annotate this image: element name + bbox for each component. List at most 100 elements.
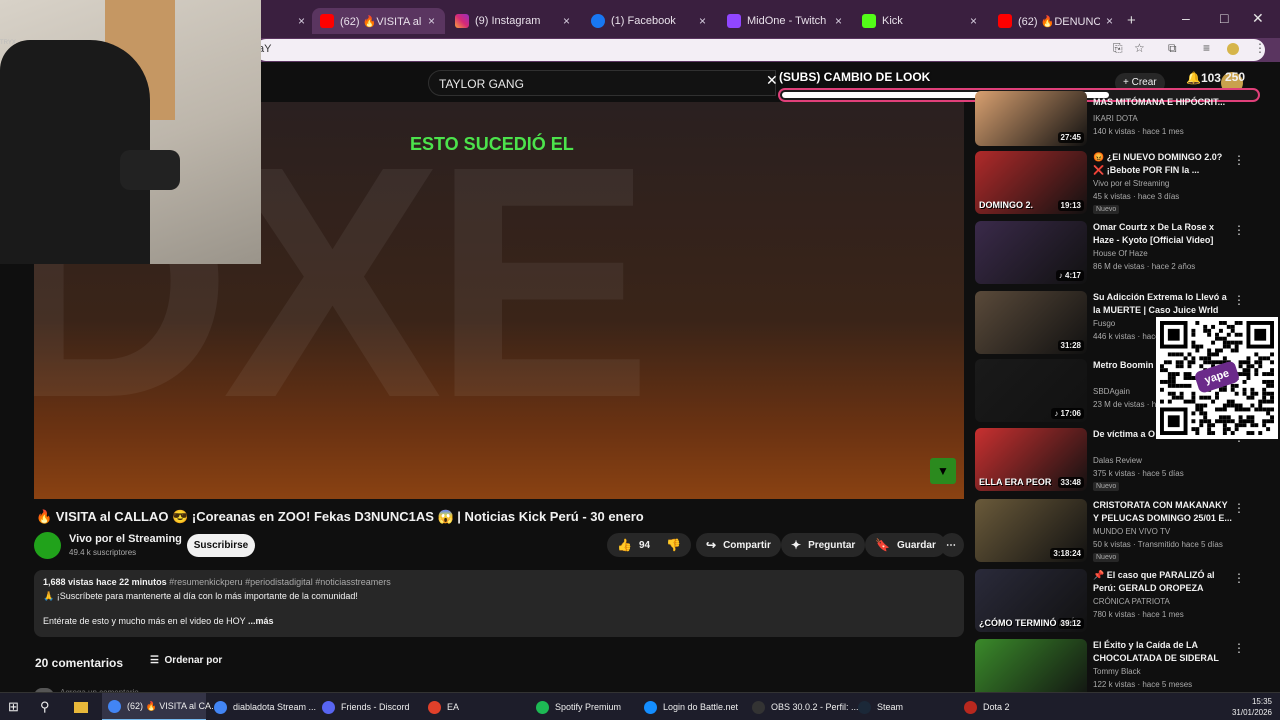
video-thumbnail[interactable]: ♪ 17:06 [975,359,1087,422]
description-box[interactable]: 1,688 vistas hace 22 minutos #resumenkic… [34,570,964,637]
sort-comments-button[interactable]: ☰ Ordenar por [150,655,222,666]
close-icon[interactable]: × [970,14,977,28]
related-video-item[interactable]: DOMINGO 2. 19:13 😡 ¿El NUEVO DOMINGO 2.0? … [975,151,1270,215]
close-icon[interactable]: × [699,14,706,28]
menu-icon[interactable]: ⋮ [1254,41,1266,55]
search-button[interactable]: ⚲ [40,693,50,720]
close-icon[interactable]: × [1106,14,1113,28]
video-thumbnail[interactable]: DOMINGO 2. 19:13 [975,151,1087,214]
related-video-title[interactable]: CRISTORATA CON MAKANAKY Y PELUCAS DOMING… [1093,499,1233,525]
thumbs-up-icon[interactable]: 👍 [617,538,632,552]
new-badge: Nuevo [1093,482,1120,491]
related-video-title[interactable]: 📌 El caso que PARALIZÓ al Perú: GERALD O… [1093,569,1233,595]
related-video-channel[interactable]: IKARI DOTA [1093,114,1138,123]
related-video-meta: 375 k vistas · hace 5 días [1093,469,1184,478]
maximize-button[interactable]: □ [1220,10,1228,26]
sort-label: Ordenar por [164,655,223,666]
more-horiz-icon: ⋯ [946,539,956,551]
taskbar-item[interactable]: OBS 30.0.2 - Perfil: ... [746,693,859,720]
notifications-button[interactable]: 🔔103 [1186,71,1221,85]
tab-instagram[interactable]: (9) Instagram × [447,8,580,34]
kebab-menu-icon[interactable]: ⋮ [1233,293,1245,307]
kebab-menu-icon[interactable]: ⋮ [1233,571,1245,585]
more-actions-button[interactable]: ⋯ [940,533,964,557]
channel-avatar[interactable] [34,532,61,559]
close-icon[interactable]: ✕ [766,72,778,89]
kebab-menu-icon[interactable]: ⋮ [1233,153,1245,167]
like-dislike-group[interactable]: 👍 94 👎 [607,533,691,557]
share-button[interactable]: ↪ Compartir [696,533,781,557]
profile-icon[interactable] [1227,43,1239,55]
video-duration: ♪ 4:17 [1055,270,1084,281]
extensions-icon[interactable]: ⧉ [1168,41,1177,56]
close-window-button[interactable]: ✕ [1252,10,1264,27]
tab-hidden[interactable]: × [262,8,310,34]
tab-youtube-2[interactable]: (62) 🔥DENUNC1AS ENT × [990,8,1123,34]
related-video-channel[interactable]: House Of Haze [1093,249,1148,258]
system-clock[interactable]: 15:35 31/01/2026 [1232,696,1272,718]
tab-facebook[interactable]: (1) Facebook × [583,8,716,34]
close-icon[interactable]: × [563,14,570,28]
media-icon[interactable]: ≡ [1203,41,1210,55]
new-tab-button[interactable]: + [1127,12,1136,29]
taskbar-item[interactable]: EA [422,693,526,720]
channel-name[interactable]: Vivo por el Streaming [69,533,182,545]
related-video-channel[interactable]: Vivo por el Streaming [1093,179,1169,188]
description-line: 🙏 ¡Suscríbete para mantenerte al día con… [43,591,358,601]
related-video-meta: 50 k vistas · Transmitido hace 5 días [1093,540,1223,549]
related-video-item[interactable]: ♪ 4:17 Omar Courtz x De La Rose x Haze - … [975,221,1270,285]
related-video-channel[interactable]: Dalas Review [1093,456,1142,465]
related-video-title[interactable]: 😡 ¿El NUEVO DOMINGO 2.0? ❌ ¡Bebote POR F… [1093,151,1233,177]
video-thumbnail[interactable]: ¿CÓMO TERMINÓ ASÍ? 39:12 [975,569,1087,632]
related-video-channel[interactable]: CRÓNICA PATRIOTA [1093,597,1170,606]
related-video-channel[interactable]: Tommy Black [1093,667,1141,676]
clock-time: 15:35 [1251,697,1272,706]
related-video-channel[interactable]: SBDAgain [1093,387,1130,396]
install-icon[interactable]: ⎘ [1113,41,1123,56]
video-thumbnail[interactable]: ELLA ERA PEOR 33:48 [975,428,1087,491]
video-thumbnail[interactable]: 27:45 [975,91,1087,146]
search-input[interactable]: TAYLOR GANG [428,70,776,96]
start-button[interactable]: ⊞ [8,693,19,720]
related-video-meta: 122 k vistas · hace 5 meses [1093,680,1193,689]
bookmark-star-icon[interactable]: ☆ [1134,41,1145,55]
related-video-channel[interactable]: Fusgo [1093,319,1115,328]
close-icon[interactable]: × [835,14,842,28]
video-title: 🔥 VISITA al CALLAO 😎 ¡Coreanas en ZOO! F… [36,509,644,524]
dota-icon [964,700,977,714]
taskbar-item[interactable]: Spotify Premium [530,693,634,720]
save-button[interactable]: 🔖 Guardar [865,533,946,557]
close-icon[interactable]: × [428,14,435,28]
ask-button[interactable]: ✦ Preguntar [781,533,866,557]
taskbar-item-label: Friends - Discord [341,702,410,712]
related-video-title[interactable]: Su Adicción Extrema lo Llevó a la MUERTE… [1093,291,1233,317]
tab-twitch[interactable]: MidOne - Twitch × [719,8,852,34]
tab-kick[interactable]: Kick × [854,8,987,34]
video-thumbnail[interactable]: 31:28 [975,291,1087,354]
taskbar-item[interactable]: diabladota Stream ... [208,693,316,720]
taskbar-item[interactable]: Friends - Discord [316,693,420,720]
subscribe-button[interactable]: Suscribirse [187,534,255,557]
taskbar-item[interactable]: Steam [852,693,956,720]
show-more-link[interactable]: ...más [248,616,274,626]
minimize-button[interactable]: – [1182,10,1190,26]
hashtags[interactable]: #resumenkickperu #periodistadigital #not… [169,577,391,587]
file-explorer-button[interactable] [74,693,88,720]
related-video-title[interactable]: El Éxito y la Caída de LA CHOCOLATADA DE… [1093,639,1233,665]
thumbs-down-icon[interactable]: 👎 [666,538,681,552]
video-thumbnail[interactable]: 3:18:24 [975,499,1087,562]
taskbar-item[interactable]: (62) 🔥 VISITA al CA... [102,693,219,720]
related-video-item[interactable]: ¿CÓMO TERMINÓ ASÍ? 39:12 📌 El caso que PAR… [975,569,1270,633]
share-label: Compartir [723,539,771,551]
taskbar-item[interactable]: Login do Battle.net [638,693,742,720]
taskbar-item[interactable]: Dota 2 [958,693,1062,720]
related-video-title[interactable]: Omar Courtz x De La Rose x Haze - Kyoto … [1093,221,1233,247]
video-thumbnail[interactable]: ♪ 4:17 [975,221,1087,284]
related-video-channel[interactable]: MUNDO EN VIVO TV [1093,527,1170,536]
related-video-item[interactable]: 3:18:24 CRISTORATA CON MAKANAKY Y PELUCAS… [975,499,1270,563]
kebab-menu-icon[interactable]: ⋮ [1233,641,1245,655]
tab-youtube-active[interactable]: (62) 🔥VISITA al CALLAO × [312,8,445,34]
kebab-menu-icon[interactable]: ⋮ [1233,501,1245,515]
related-video-title[interactable]: MÁS MITÓMANA E HIPÓCRIT... [1093,96,1233,109]
kebab-menu-icon[interactable]: ⋮ [1233,223,1245,237]
